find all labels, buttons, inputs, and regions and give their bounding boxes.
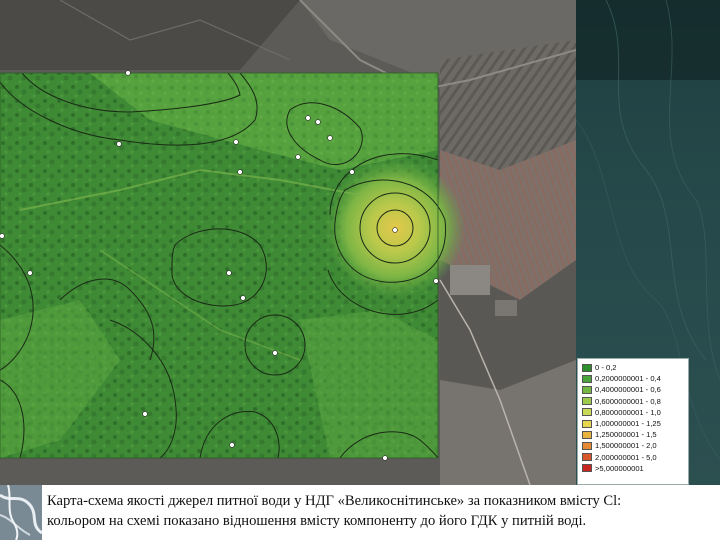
- map-caption: Карта-схема якості джерел питної води у …: [47, 491, 715, 531]
- legend-item: >5,000000001: [582, 463, 685, 474]
- sample-point-marker[interactable]: [392, 227, 398, 233]
- legend-item: 1,000000001 - 1,25: [582, 418, 685, 429]
- legend-swatch: [582, 441, 592, 450]
- legend-item: 2,000000001 - 5,0: [582, 452, 685, 463]
- legend-label: 0,4000000001 - 0,6: [595, 385, 661, 395]
- legend-label: 1,000000001 - 1,25: [595, 419, 661, 429]
- legend-item: 0,4000000001 - 0,6: [582, 384, 685, 395]
- sample-point-marker[interactable]: [295, 154, 301, 160]
- sample-point-marker[interactable]: [327, 135, 333, 141]
- legend-item: 0,2000000001 - 0,4: [582, 373, 685, 384]
- legend-item: 1,250000001 - 1,5: [582, 429, 685, 440]
- legend-swatch: [582, 374, 592, 383]
- legend-label: 1,500000001 - 2,0: [595, 441, 657, 451]
- legend-label: 2,000000001 - 5,0: [595, 452, 657, 462]
- sample-point-marker[interactable]: [240, 295, 246, 301]
- legend-label: 0,6000000001 - 0,8: [595, 396, 661, 406]
- legend-item: 0 - 0,2: [582, 362, 685, 373]
- sample-point-marker[interactable]: [142, 411, 148, 417]
- sample-point-marker[interactable]: [125, 70, 131, 76]
- caption-thumbnail: [0, 485, 42, 540]
- caption-area: Карта-схема якості джерел питної води у …: [0, 485, 720, 540]
- legend-label: 0,8000000001 - 1,0: [595, 407, 661, 417]
- sample-point-marker[interactable]: [349, 169, 355, 175]
- legend-swatch: [582, 453, 592, 462]
- legend-label: 0 - 0,2: [595, 363, 617, 373]
- sample-point-marker[interactable]: [0, 233, 5, 239]
- legend-label: >5,000000001: [595, 463, 644, 473]
- legend-item: 0,6000000001 - 0,8: [582, 396, 685, 407]
- legend-swatch: [582, 408, 592, 417]
- legend-label: 1,250000001 - 1,5: [595, 430, 657, 440]
- sample-point-marker[interactable]: [226, 270, 232, 276]
- legend-swatch: [582, 464, 592, 473]
- legend-swatch: [582, 385, 592, 394]
- legend-label: 0,2000000001 - 0,4: [595, 374, 661, 384]
- sample-point-marker[interactable]: [116, 141, 122, 147]
- legend-item: 1,500000001 - 2,0: [582, 440, 685, 451]
- map-panel[interactable]: [0, 0, 576, 485]
- map-canvas[interactable]: [0, 0, 576, 485]
- legend-swatch: [582, 430, 592, 439]
- legend-rows: 0 - 0,2 0,2000000001 - 0,4 0,4000000001 - …: [582, 362, 685, 474]
- sample-point-marker[interactable]: [305, 115, 311, 121]
- caption-line-2: кольором на схемі показано відношення вм…: [47, 513, 587, 529]
- sample-point-marker[interactable]: [237, 169, 243, 175]
- sample-point-marker[interactable]: [233, 139, 239, 145]
- caption-line-1: Карта-схема якості джерел питної води у …: [47, 493, 622, 509]
- concentration-overlay: [0, 73, 465, 458]
- legend-swatch: [582, 397, 592, 406]
- sample-point-marker[interactable]: [315, 119, 321, 125]
- legend-item: 0,8000000001 - 1,0: [582, 407, 685, 418]
- sample-point-marker[interactable]: [433, 278, 439, 284]
- sample-point-marker[interactable]: [229, 442, 235, 448]
- sample-point-marker[interactable]: [27, 270, 33, 276]
- legend-swatch: [582, 419, 592, 428]
- map-legend: 0 - 0,2 0,2000000001 - 0,4 0,4000000001 - …: [577, 358, 689, 485]
- sample-point-marker[interactable]: [272, 350, 278, 356]
- legend-swatch: [582, 363, 592, 372]
- sample-point-marker[interactable]: [382, 455, 388, 461]
